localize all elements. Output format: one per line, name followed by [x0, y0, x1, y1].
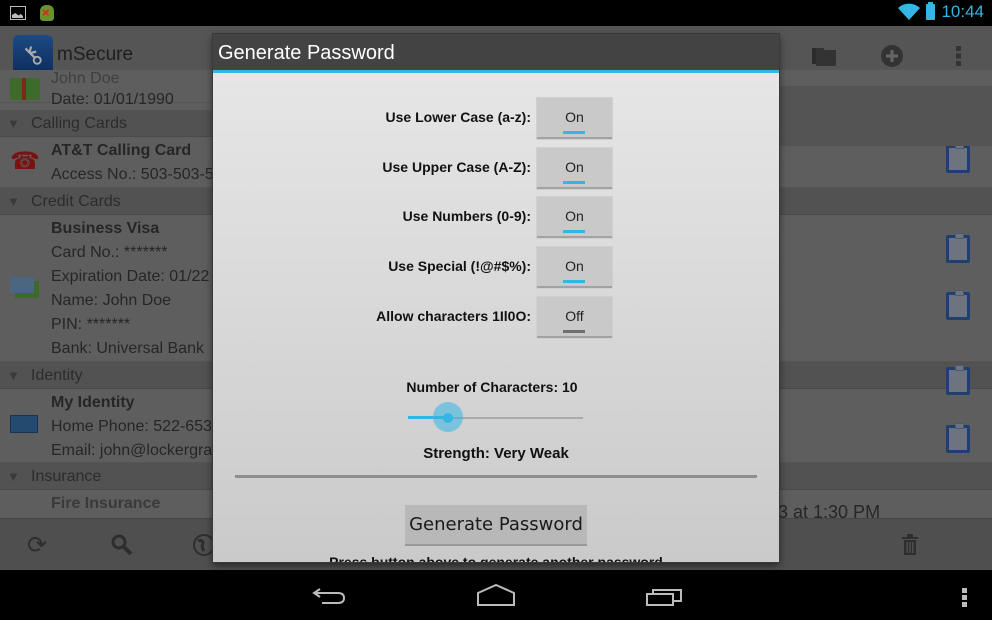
trash-icon[interactable] — [898, 533, 922, 557]
overflow-menu-icon[interactable] — [960, 586, 970, 608]
dialog-title: Generate Password — [213, 34, 779, 70]
special-toggle[interactable]: On — [537, 247, 612, 288]
option-label: Use Numbers (0-9): — [402, 208, 531, 224]
toggle-state: Off — [565, 308, 584, 324]
add-icon[interactable] — [878, 42, 906, 70]
uppercase-toggle[interactable]: On — [537, 148, 612, 189]
length-slider[interactable] — [408, 402, 583, 432]
numbers-toggle[interactable]: On — [537, 197, 612, 238]
lowercase-toggle[interactable]: On — [537, 98, 612, 139]
app-title: mSecure — [57, 44, 134, 65]
collapse-triangle-icon: ▼ — [7, 469, 20, 484]
generate-password-button[interactable]: Generate Password — [405, 505, 587, 546]
overflow-menu-icon[interactable] — [945, 42, 973, 70]
clipboard-icon[interactable] — [946, 143, 970, 173]
recent-apps-icon[interactable] — [646, 586, 684, 606]
toggle-indicator — [563, 181, 585, 184]
toggle-indicator — [563, 131, 585, 134]
strength-indicator: Strength: Very Weak — [213, 445, 779, 462]
collapse-triangle-icon: ▼ — [7, 194, 20, 209]
option-label: Use Lower Case (a-z): — [385, 109, 531, 125]
wifi-icon — [898, 3, 921, 20]
gallery-icon — [10, 6, 26, 20]
group-title: Identity — [31, 367, 83, 384]
clock: 10:44 — [941, 2, 984, 21]
toggle-indicator — [563, 230, 585, 233]
clipboard-icon[interactable] — [946, 423, 970, 453]
option-row-numbers: Use Numbers (0-9): On — [213, 197, 779, 239]
toggle-indicator — [563, 330, 585, 333]
collapse-triangle-icon: ▼ — [7, 368, 20, 383]
option-label: Use Special (!@#$%): — [388, 258, 531, 274]
option-row-uppercase: Use Upper Case (A-Z): On — [213, 148, 779, 190]
sync-icon[interactable]: ⟳ — [27, 531, 47, 560]
app-logo-key-icon[interactable]: ⚷ — [13, 35, 53, 75]
folder-icon[interactable] — [810, 42, 838, 70]
collapse-triangle-icon: ▼ — [7, 116, 20, 131]
clipboard-icon[interactable] — [946, 290, 970, 320]
clipboard-icon[interactable] — [946, 365, 970, 395]
credit-card-icon — [10, 277, 40, 299]
generate-hint: Press button above to generate another p… — [329, 554, 663, 562]
option-label: Use Upper Case (A-Z): — [382, 159, 531, 175]
status-bar: 10:44 — [0, 0, 992, 26]
home-icon[interactable] — [477, 584, 515, 606]
option-label: Allow characters 1Il0O: — [376, 308, 531, 324]
toggle-state: On — [565, 159, 584, 175]
group-title: Calling Cards — [31, 115, 128, 132]
back-icon[interactable] — [312, 586, 346, 606]
toggle-indicator — [563, 280, 585, 283]
group-title: Credit Cards — [31, 193, 121, 210]
section-divider — [235, 475, 757, 478]
option-row-special: Use Special (!@#$%): On — [213, 247, 779, 289]
phone-icon: ☎ — [10, 148, 40, 175]
id-card-icon — [10, 415, 38, 433]
number-of-characters-label: Number of Characters: 10 — [406, 379, 578, 395]
toggle-state: On — [565, 208, 584, 224]
ambiguous-chars-toggle[interactable]: Off — [537, 297, 612, 338]
strength-label: Strength: — [423, 445, 490, 462]
toggle-state: On — [565, 109, 584, 125]
option-row-ambiguous-chars: Allow characters 1Il0O: Off — [213, 297, 779, 339]
group-title: Insurance — [31, 468, 102, 485]
clipboard-icon[interactable] — [946, 233, 970, 263]
search-icon[interactable] — [110, 533, 134, 557]
generate-password-dialog: Generate Password Use Lower Case (a-z): … — [213, 34, 779, 562]
toggle-state: On — [565, 258, 584, 274]
option-row-lowercase: Use Lower Case (a-z): On — [213, 98, 779, 140]
android-debug-icon — [40, 5, 54, 21]
system-nav-bar — [0, 570, 992, 620]
battery-icon — [926, 2, 936, 20]
strength-value: Very Weak — [494, 445, 569, 462]
item-detail: Date: 01/01/1990 — [51, 91, 174, 108]
gift-icon — [10, 78, 40, 100]
